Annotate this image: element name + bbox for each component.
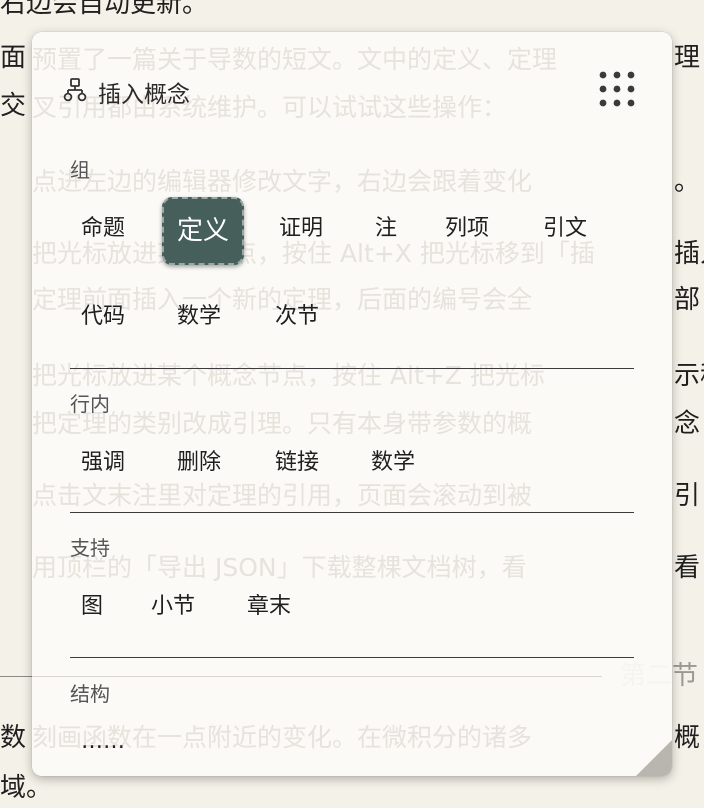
resize-corner-icon[interactable] <box>636 740 672 776</box>
option-link[interactable]: 链接 <box>266 439 328 487</box>
panel-header: 插入概念 <box>62 74 190 110</box>
doc-line: 。 <box>674 167 701 197</box>
doc-line: 右边会自动更新。 <box>0 0 209 19</box>
hierarchy-icon <box>62 77 88 107</box>
panel-backdrop-text: 预置了一篇关于导数的短文。文中的定义、定理 叉引用都由系统维护。可以试试这些操作… <box>32 32 672 776</box>
doc-line: 交 <box>0 91 27 121</box>
option-proof[interactable]: 证明 <box>270 205 332 253</box>
grip-dots-icon[interactable] <box>598 70 636 108</box>
option-minor-section[interactable]: 小节 <box>142 583 204 631</box>
panel-title: 插入概念 <box>98 82 190 108</box>
section-label-inline: 行内 <box>70 392 110 416</box>
doc-line: 示移 <box>674 361 704 391</box>
doc-line: 念 <box>674 409 701 439</box>
doc-rule <box>0 676 36 677</box>
section-label-support: 支持 <box>70 536 110 560</box>
ghost-line: 预置了一篇关于导数的短文。文中的定义、定理 <box>32 45 558 74</box>
doc-line: 概 <box>674 723 701 753</box>
option-note[interactable]: 注 <box>366 205 406 253</box>
doc-line: 域。 <box>0 773 53 803</box>
option-emphasis[interactable]: 强调 <box>72 439 134 487</box>
option-strikethrough[interactable]: 删除 <box>168 439 230 487</box>
doc-line: 看 <box>674 553 701 583</box>
doc-line: 面 <box>0 43 27 73</box>
ghost-rule <box>32 676 602 677</box>
option-figure[interactable]: 图 <box>72 583 112 631</box>
insert-concept-panel: 预置了一篇关于导数的短文。文中的定义、定理 叉引用都由系统维护。可以试试这些操作… <box>32 32 672 776</box>
option-endnote[interactable]: 章末 <box>238 583 300 631</box>
doc-line: 引 <box>674 481 701 511</box>
option-quote[interactable]: 引文 <box>534 205 596 253</box>
doc-line: 部 <box>674 285 701 315</box>
option-inline-math[interactable]: 数学 <box>362 439 424 487</box>
section-label-structure: 结构 <box>70 682 110 706</box>
section-divider <box>70 368 634 369</box>
doc-line: 理 <box>674 43 701 73</box>
option-proposition[interactable]: 命题 <box>72 205 134 253</box>
option-list-item[interactable]: 列项 <box>436 205 498 253</box>
section-divider <box>70 512 634 513</box>
ghost-line: 点进左边的编辑器修改文字，右边会跟着变化 <box>32 167 533 196</box>
option-math[interactable]: 数学 <box>168 293 230 341</box>
section-label-group: 组 <box>70 158 90 182</box>
option-definition[interactable]: 定义 <box>162 197 245 265</box>
option-subsection[interactable]: 次节 <box>266 293 328 341</box>
option-code[interactable]: 代码 <box>72 293 134 341</box>
doc-line: 插入 <box>674 239 704 269</box>
option-structure-more[interactable]: …… <box>72 718 134 766</box>
section-divider <box>70 657 634 658</box>
doc-line: 数 <box>0 723 27 753</box>
